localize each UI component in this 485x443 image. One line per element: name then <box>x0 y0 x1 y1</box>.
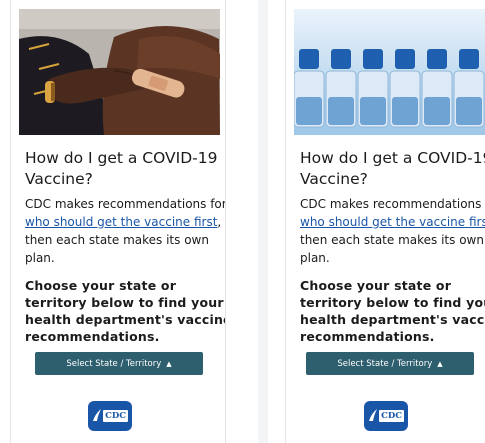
cdc-logo: CDC <box>88 401 132 431</box>
card-content: How do I get a COVID-19 Vaccine? CDC mak… <box>300 148 485 345</box>
cdc-logo-text: CDC <box>103 410 128 422</box>
instruction-line: Choose your state or <box>25 278 177 293</box>
instruction-line: health department's vaccine <box>25 312 226 327</box>
who-should-get-vaccine-link[interactable]: who should get the vaccine first <box>25 215 217 229</box>
title-line: How do I get a COVID-19 <box>25 149 218 167</box>
instruction-line: health department's vaccine <box>300 312 485 327</box>
instruction-line: Choose your state or <box>300 278 452 293</box>
instruction-line: recommendations. <box>300 329 435 344</box>
instruction-line: territory below to find your <box>300 295 485 310</box>
arm-bandage-photo <box>19 9 220 135</box>
eagle-icon <box>369 409 377 421</box>
select-button-label: Select State / Territory <box>337 358 433 369</box>
card-description: CDC makes recommendations for who should… <box>300 195 485 267</box>
instruction-line: recommendations. <box>25 329 160 344</box>
card-content: How do I get a COVID-19 Vaccine? CDC mak… <box>25 148 226 345</box>
select-state-territory-button[interactable]: Select State / Territory ▲ <box>306 352 474 375</box>
vaccine-info-card-right: How do I get a COVID-19 Vaccine? CDC mak… <box>285 0 485 443</box>
title-line: Vaccine? <box>25 170 93 188</box>
state-instruction: Choose your state or territory below to … <box>300 277 485 345</box>
title-line: Vaccine? <box>300 170 368 188</box>
state-instruction: Choose your state or territory below to … <box>25 277 226 345</box>
card-title: How do I get a COVID-19 Vaccine? <box>300 148 485 190</box>
select-state-territory-button[interactable]: Select State / Territory ▲ <box>35 352 203 375</box>
caret-up-icon: ▲ <box>437 359 443 368</box>
instruction-line: territory below to find your <box>25 295 224 310</box>
card-title: How do I get a COVID-19 Vaccine? <box>25 148 225 190</box>
cdc-logo-text: CDC <box>379 410 404 422</box>
cdc-logo: CDC <box>364 401 408 431</box>
desc-text: CDC makes recommendations for <box>25 197 226 211</box>
desc-text: CDC makes recommendations for <box>300 197 485 211</box>
vaccine-vials-photo <box>294 9 485 135</box>
title-line: How do I get a COVID-19 <box>300 149 485 167</box>
column-gap <box>258 0 268 443</box>
select-button-label: Select State / Territory <box>66 358 162 369</box>
eagle-icon <box>93 409 101 421</box>
caret-up-icon: ▲ <box>166 359 172 368</box>
card-description: CDC makes recommendations for who should… <box>25 195 226 267</box>
who-should-get-vaccine-link[interactable]: who should get the vaccine first <box>300 215 485 229</box>
vaccine-info-card-left: How do I get a COVID-19 Vaccine? CDC mak… <box>10 0 226 443</box>
